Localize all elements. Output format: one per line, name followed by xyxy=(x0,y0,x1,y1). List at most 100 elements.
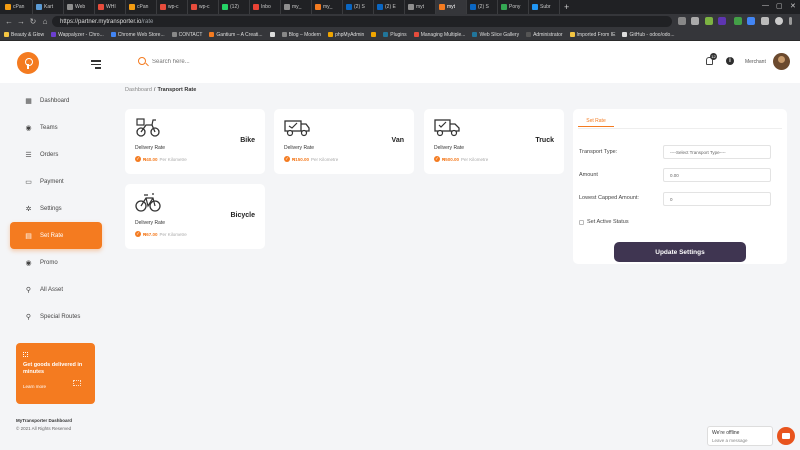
footer-copyright: © 2021 All Rights Reserved xyxy=(16,426,72,431)
avatar[interactable] xyxy=(773,53,790,70)
browser-tab[interactable]: Kart xyxy=(33,0,64,14)
sidebar-item-special-routes[interactable]: ⚲ Special Routes xyxy=(10,303,102,330)
truck-icon xyxy=(434,116,460,138)
browser-tab[interactable]: wp-c xyxy=(157,0,188,14)
sidebar-item-dashboard[interactable]: ▦ Dashboard xyxy=(10,87,102,114)
bookmark-item[interactable]: Wappalyzer - Chro... xyxy=(51,32,104,38)
reload-icon[interactable]: ↻ xyxy=(27,17,39,26)
profile-icon[interactable] xyxy=(775,17,783,25)
bookmark-item[interactable] xyxy=(371,32,377,37)
browser-tab[interactable]: my_ xyxy=(312,0,343,14)
forward-icon[interactable]: → xyxy=(15,17,27,26)
rate-card-bike[interactable]: Bike Delivery Rate ✓ ₦40.00 Per Kilometre xyxy=(125,109,265,174)
tab-set-rate[interactable]: Set Rate xyxy=(578,115,614,127)
bookmark-item[interactable]: CONTACT xyxy=(171,32,202,38)
sidebar-item-label: All Asset xyxy=(40,286,64,293)
bookmark-item[interactable]: phpMyAdmin xyxy=(328,32,364,38)
rate-card-bicycle[interactable]: Bicycle Delivery Rate ✓ ₦67.00 Per Kilometre xyxy=(125,184,265,249)
tab-favicon-icon xyxy=(501,4,507,10)
tab-label: Pony xyxy=(509,4,521,10)
url-bar[interactable]: https://partner.mytransporter.io/rate xyxy=(52,16,672,27)
bike-icon xyxy=(135,116,161,138)
transport-type-label: Transport Type: xyxy=(579,149,618,155)
bookmark-label: Beauty & Glow xyxy=(11,31,45,38)
minimize-icon[interactable]: — xyxy=(762,2,769,9)
bookmark-item[interactable]: Web Slice Gallery xyxy=(472,32,519,38)
bookmark-item[interactable]: Imported From IE xyxy=(569,32,615,38)
bookmark-label: Gantium – A Creati... xyxy=(216,31,263,38)
update-settings-button[interactable]: Update Settings xyxy=(614,242,746,262)
bookmark-item[interactable]: Beauty & Glow xyxy=(4,32,44,38)
share-icon[interactable] xyxy=(678,17,686,25)
bookmark-item[interactable]: Blog – Modern xyxy=(281,32,321,38)
sidebar-item-promo[interactable]: ◉ Promo xyxy=(10,249,102,276)
sidebar-item-teams[interactable]: ◉ Teams xyxy=(10,114,102,141)
browser-tab[interactable]: (2) S xyxy=(467,0,498,14)
settings-icon: ✲ xyxy=(25,205,32,213)
bookmark-item[interactable]: Managing Multiple... xyxy=(413,32,465,38)
sidebar-item-all-asset[interactable]: ⚲ All Asset xyxy=(10,276,102,303)
browser-tab[interactable]: myt xyxy=(405,0,436,14)
puzzle-icon[interactable] xyxy=(761,17,769,25)
promo-dots-icon xyxy=(23,352,28,357)
bookmark-item[interactable]: Chrome Web Store... xyxy=(110,32,165,38)
sidebar-item-orders[interactable]: ☰ Orders xyxy=(10,141,102,168)
extension-icon[interactable] xyxy=(705,17,713,25)
star-icon[interactable] xyxy=(691,17,699,25)
browser-tab[interactable]: my_ xyxy=(281,0,312,14)
browser-tab[interactable]: (2) S xyxy=(343,0,374,14)
tab-favicon-icon xyxy=(129,4,135,10)
sidebar-item-set-rate[interactable]: ▤ Set Rate xyxy=(10,222,102,249)
browser-tab[interactable]: Inbo xyxy=(250,0,281,14)
rate-price: ₦40.00 xyxy=(143,156,158,162)
tab-label: cPan xyxy=(13,4,25,10)
bookmark-favicon-icon xyxy=(413,32,419,37)
close-icon[interactable]: ✕ xyxy=(790,2,796,10)
bookmark-item[interactable]: Gantium – A Creati... xyxy=(209,31,263,38)
info-icon[interactable]: i xyxy=(726,57,734,65)
lowest-capped-input[interactable]: 0 xyxy=(663,192,771,206)
amount-input[interactable]: 0.00 xyxy=(663,168,771,182)
browser-tab[interactable]: wp-c xyxy=(188,0,219,14)
maximize-icon[interactable]: ▢ xyxy=(776,2,783,10)
hamburger-menu-icon[interactable] xyxy=(91,60,101,71)
breadcrumb-separator: / xyxy=(153,87,156,93)
menu-icon[interactable] xyxy=(789,17,792,25)
bookmark-item[interactable]: GitHub - odoo/odo... xyxy=(622,32,674,38)
browser-tab[interactable]: (12) xyxy=(219,0,250,14)
chat-widget[interactable]: We're offline Leave a message xyxy=(707,426,773,446)
browser-tab[interactable]: myt xyxy=(436,0,467,14)
tab-label: Subr xyxy=(540,4,551,10)
bookmark-item[interactable]: Administrator xyxy=(526,32,563,38)
search-input[interactable] xyxy=(152,56,302,67)
transport-type-select[interactable]: ----Select Transport Type---- xyxy=(663,145,771,159)
browser-tab[interactable]: Web xyxy=(64,0,95,14)
browser-tab[interactable]: WHI xyxy=(95,0,126,14)
browser-tab[interactable]: Pony xyxy=(498,0,529,14)
browser-tab[interactable]: Subr xyxy=(529,0,560,14)
sidebar-item-payment[interactable]: ▭ Payment xyxy=(10,168,102,195)
bookmark-favicon-icon xyxy=(269,32,275,37)
bookmark-favicon-icon xyxy=(209,32,215,37)
sidebar-item-settings[interactable]: ✲ Settings xyxy=(10,195,102,222)
tab-favicon-icon xyxy=(67,4,73,10)
rate-unit: Per Kilometre xyxy=(159,231,187,237)
rate-card-truck[interactable]: Truck Delivery Rate ✓ ₦500.00 Per Kilometre xyxy=(424,109,564,174)
home-icon[interactable]: ⌂ xyxy=(39,17,51,26)
logo[interactable] xyxy=(17,52,39,74)
bookmark-item[interactable]: Plugins xyxy=(383,32,407,38)
extension-icon[interactable] xyxy=(718,17,726,25)
browser-tab[interactable]: cPan xyxy=(126,0,157,14)
extension-icon[interactable] xyxy=(747,17,755,25)
new-tab-icon[interactable]: + xyxy=(564,2,569,12)
chat-icon[interactable] xyxy=(777,427,795,445)
back-icon[interactable]: ← xyxy=(3,17,15,26)
extension-icon[interactable] xyxy=(734,17,742,25)
rate-card-van[interactable]: Van Delivery Rate ✓ ₦150.00 Per Kilometre xyxy=(274,109,414,174)
browser-tab[interactable]: (2) E xyxy=(374,0,405,14)
active-status-checkbox[interactable] xyxy=(579,220,584,225)
breadcrumb-parent[interactable]: Dashboard xyxy=(125,87,152,93)
browser-tab[interactable]: cPan xyxy=(2,0,33,14)
bookmark-item[interactable] xyxy=(269,32,275,37)
check-icon: ✓ xyxy=(135,156,141,162)
